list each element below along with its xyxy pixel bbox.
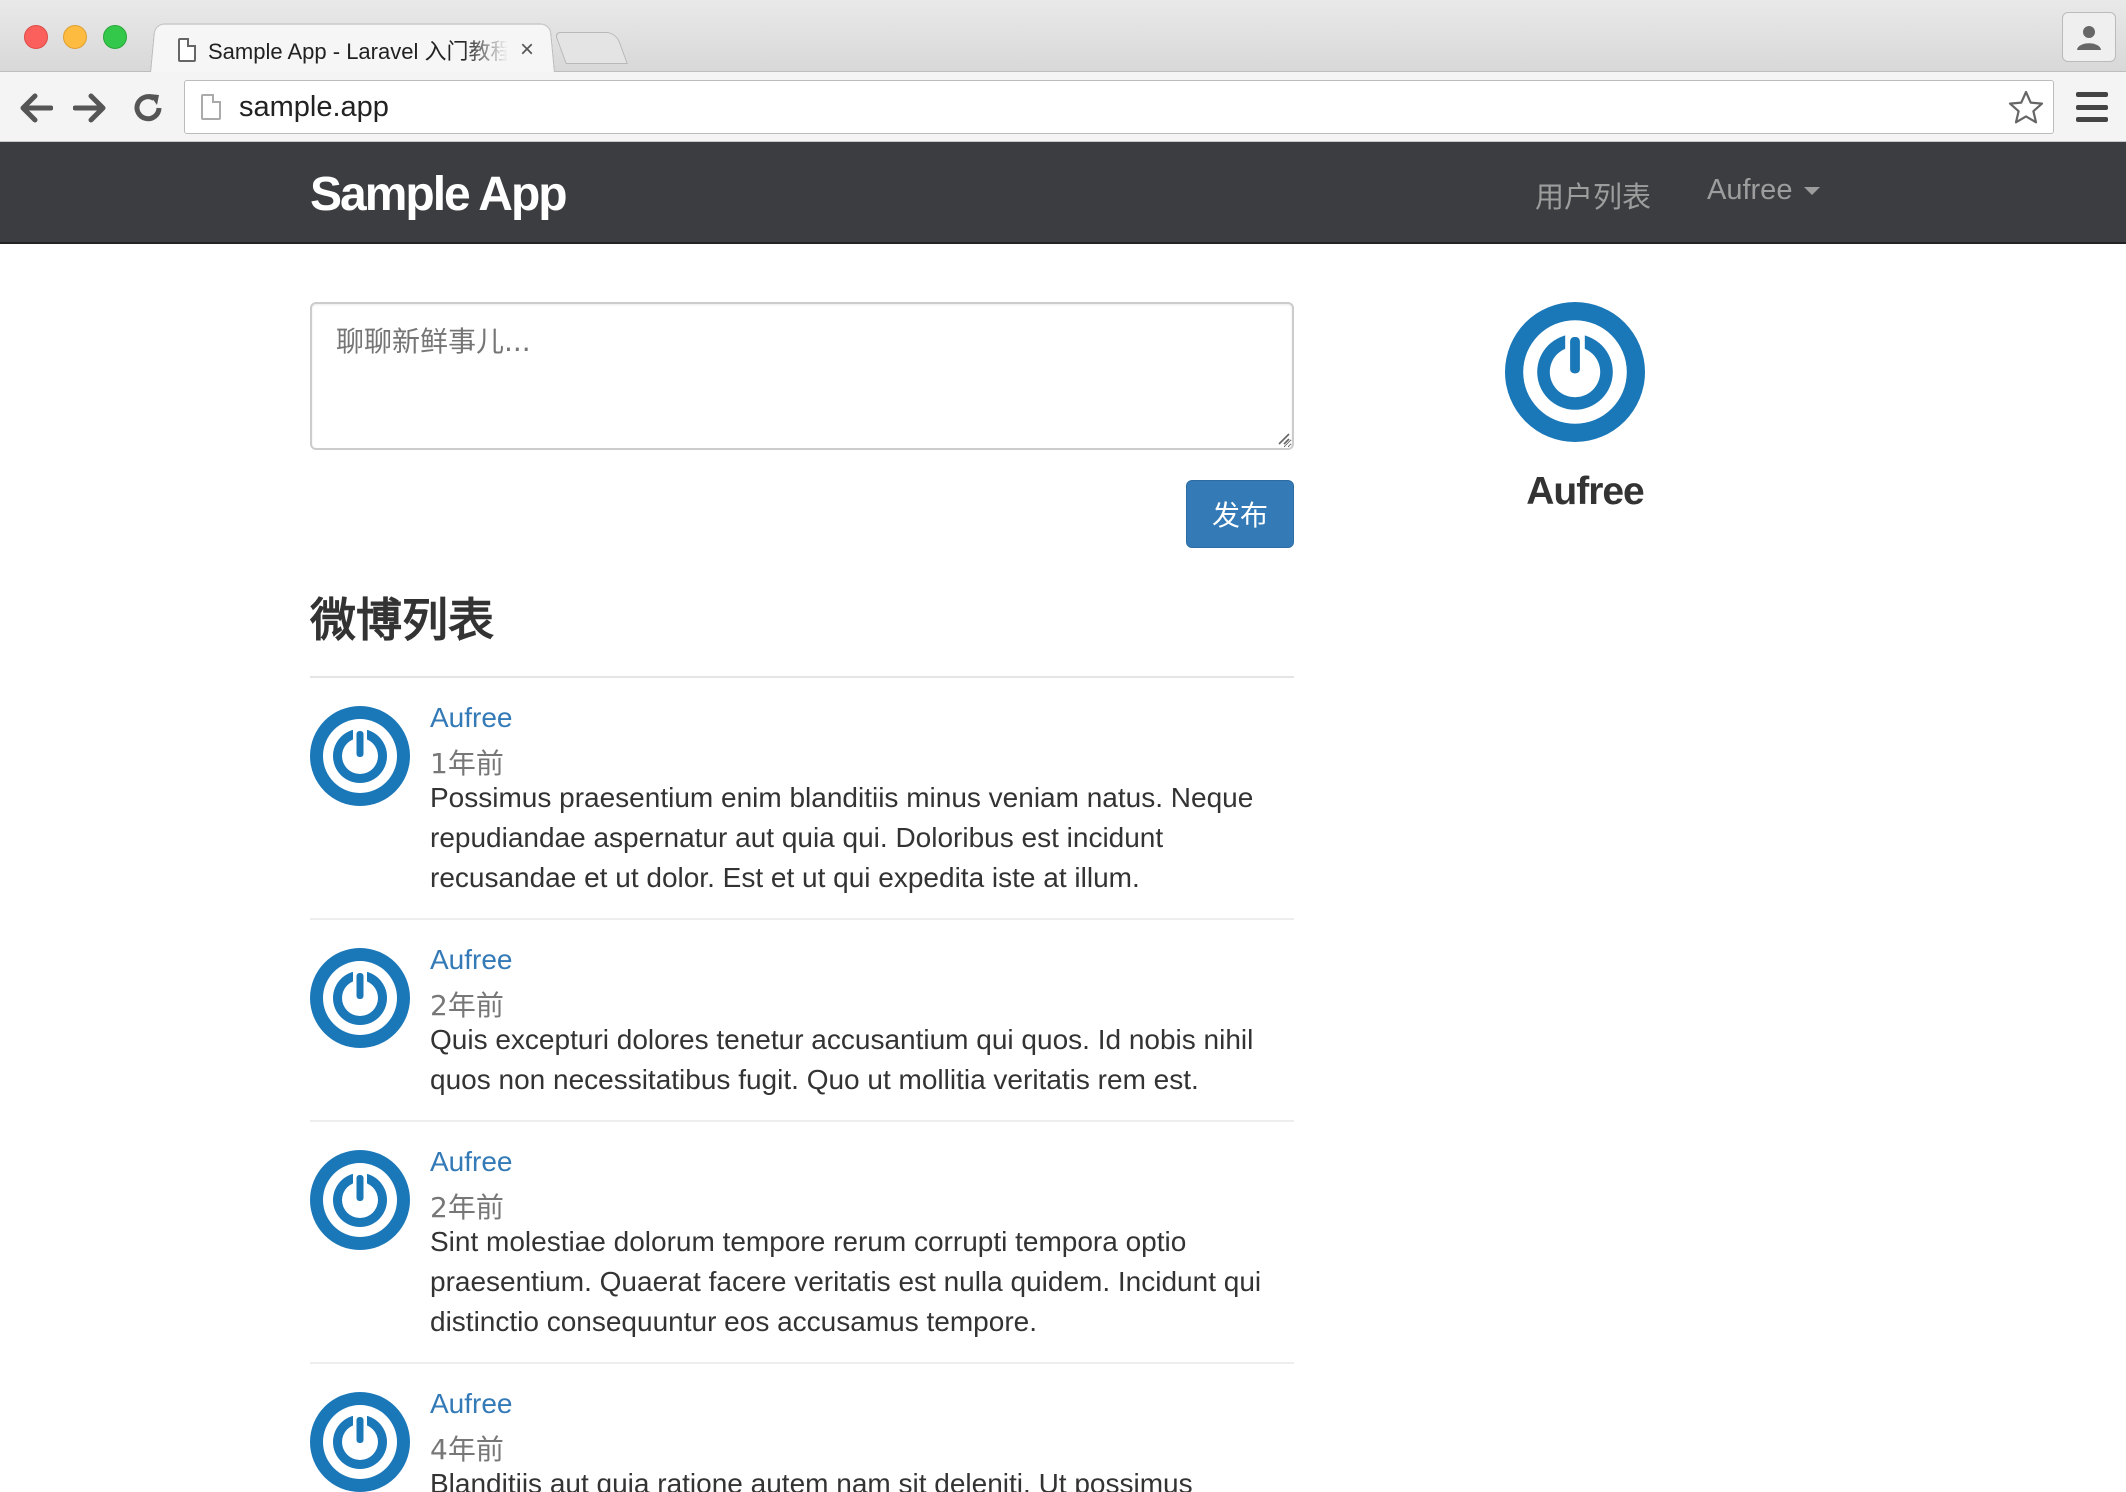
author-link[interactable]: Aufree: [430, 702, 513, 734]
app-navbar: Sample App 用户列表 Aufree: [0, 142, 2126, 244]
list-item: Aufree 2年前 Quis excepturi dolores tenetu…: [310, 942, 1294, 1122]
avatar-power-icon[interactable]: [310, 1392, 410, 1492]
forward-arrow-icon[interactable]: [70, 88, 110, 128]
profile-name[interactable]: Aufree: [1500, 470, 1670, 514]
list-item: Aufree 1年前 Possimus praesentium enim bla…: [310, 700, 1294, 920]
profile-avatar-power-icon[interactable]: [1505, 302, 1645, 442]
avatar-power-icon[interactable]: [310, 1150, 410, 1250]
publish-button[interactable]: 发布: [1186, 480, 1294, 548]
status-body: Quis excepturi dolores tenetur accusanti…: [430, 1024, 1254, 1095]
feed-title: 微博列表: [310, 593, 494, 647]
caret-down-icon: [1804, 186, 1821, 195]
profile-icon[interactable]: [2062, 12, 2116, 62]
user-dropdown-label: Aufree: [1707, 174, 1793, 206]
brand-link[interactable]: Sample App: [310, 167, 568, 222]
browser-tab-content[interactable]: Sample App - Laravel 入门教程 ×: [178, 30, 538, 70]
reload-icon[interactable]: [128, 88, 168, 128]
star-icon[interactable]: [2007, 89, 2045, 127]
avatar-power-icon[interactable]: [310, 706, 410, 806]
divider: [310, 1362, 1294, 1364]
browser-toolbar: sample.app: [0, 72, 2126, 142]
timestamp: 1年前: [430, 747, 504, 780]
timestamp: 4年前: [430, 1433, 504, 1466]
close-window-button[interactable]: [24, 25, 48, 49]
status-body: Blanditiis aut quia ratione autem nam si…: [430, 1468, 1193, 1492]
status-body: Sint molestiae dolorum tempore rerum cor…: [430, 1226, 1262, 1337]
author-link[interactable]: Aufree: [430, 1388, 513, 1420]
browser-titlebar: Sample App - Laravel 入门教程 ×: [0, 0, 2126, 74]
address-bar[interactable]: sample.app: [184, 80, 2054, 134]
timestamp: 2年前: [430, 1191, 504, 1224]
divider: [310, 1120, 1294, 1122]
users-list-link[interactable]: 用户列表: [1535, 174, 1651, 216]
back-arrow-icon[interactable]: [16, 88, 56, 128]
user-dropdown[interactable]: Aufree: [1707, 174, 1821, 207]
page-icon: [178, 38, 196, 62]
url-text[interactable]: sample.app: [239, 91, 389, 124]
maximize-window-button[interactable]: [103, 25, 127, 49]
list-item: Aufree 2年前 Sint molestiae dolorum tempor…: [310, 1144, 1294, 1364]
list-item: Aufree 4年前 Blanditiis aut quia ratione a…: [310, 1386, 1294, 1492]
status-body: Possimus praesentium enim blanditiis min…: [430, 782, 1254, 893]
resize-grip-icon[interactable]: [1276, 431, 1290, 445]
avatar-power-icon[interactable]: [310, 948, 410, 1048]
tab-close-icon[interactable]: ×: [520, 36, 534, 64]
status-textarea[interactable]: [310, 302, 1294, 450]
page-icon: [201, 94, 221, 120]
author-link[interactable]: Aufree: [430, 1146, 513, 1178]
menu-icon[interactable]: [2076, 92, 2108, 122]
divider: [310, 676, 1294, 678]
new-tab-button[interactable]: [554, 32, 628, 64]
divider: [310, 918, 1294, 920]
minimize-window-button[interactable]: [63, 25, 87, 49]
timestamp: 2年前: [430, 989, 504, 1022]
author-link[interactable]: Aufree: [430, 944, 513, 976]
tab-title: Sample App - Laravel 入门教程: [208, 39, 508, 64]
